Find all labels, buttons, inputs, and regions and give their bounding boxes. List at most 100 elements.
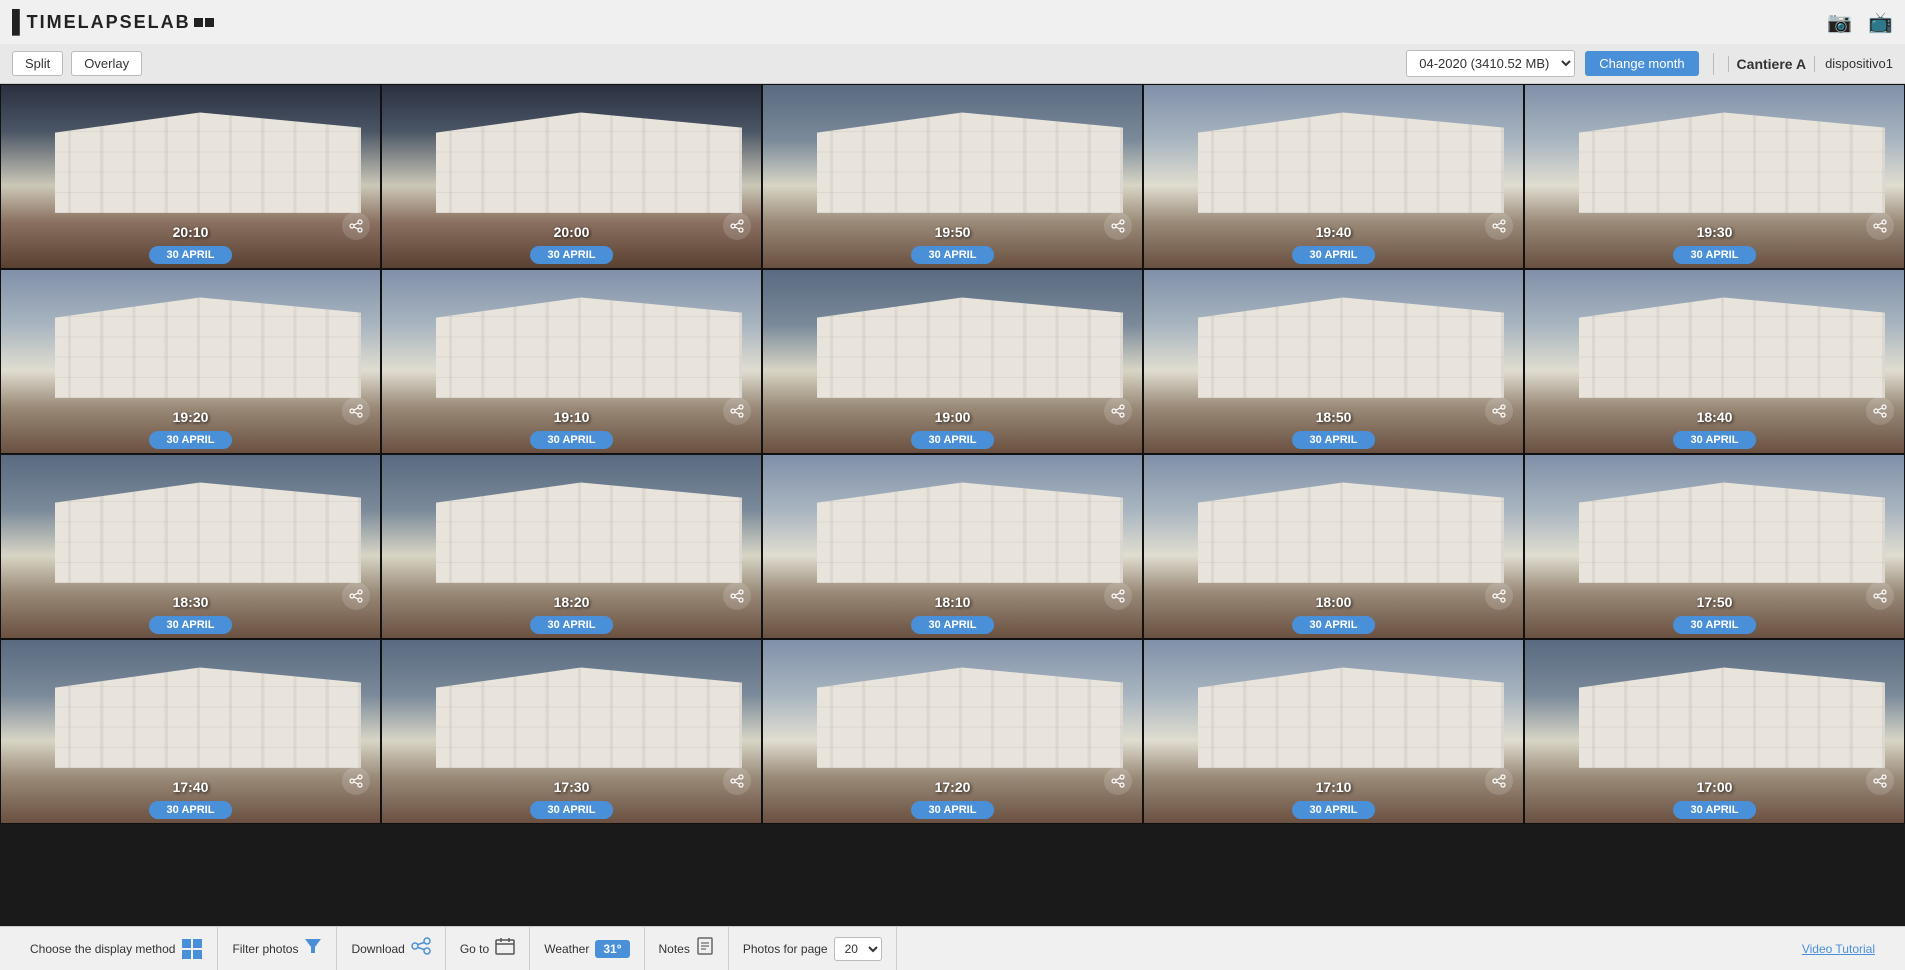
logo: ▌ TIMELAPSELAB — [12, 9, 214, 35]
share-button[interactable] — [1866, 397, 1894, 425]
building-shape — [801, 482, 1123, 583]
building-shape — [1182, 482, 1504, 583]
share-icon — [1492, 404, 1506, 418]
share-button[interactable] — [1485, 397, 1513, 425]
photo-cell[interactable]: 18:10 30 APRIL — [762, 454, 1143, 639]
share-button[interactable] — [1485, 582, 1513, 610]
photo-grid: 20:10 30 APRIL 20:00 — [0, 84, 1905, 824]
photo-date: 30 APRIL — [911, 246, 995, 264]
share-button[interactable] — [723, 212, 751, 240]
notes-page-icon[interactable] — [696, 937, 714, 955]
share-icon — [349, 774, 363, 788]
building-shape — [801, 112, 1123, 213]
photo-cell[interactable]: 20:00 30 APRIL — [381, 84, 762, 269]
photo-date: 30 APRIL — [1292, 801, 1376, 819]
share-icon — [730, 774, 744, 788]
photo-cell[interactable]: 17:30 30 APRIL — [381, 639, 762, 824]
photo-cell[interactable]: 17:40 30 APRIL — [0, 639, 381, 824]
photo-cell[interactable]: 18:00 30 APRIL — [1143, 454, 1524, 639]
photo-background: 17:00 30 APRIL — [1525, 640, 1904, 823]
goto-icon[interactable] — [495, 937, 515, 960]
share-icon — [349, 589, 363, 603]
share-button[interactable] — [1866, 582, 1894, 610]
video-tutorial-section: Video Tutorial — [1788, 927, 1889, 970]
photo-cell[interactable]: 17:20 30 APRIL — [762, 639, 1143, 824]
month-select[interactable]: 04-2020 (3410.52 MB) — [1406, 50, 1575, 77]
photo-date: 30 APRIL — [149, 801, 233, 819]
share-button[interactable] — [1104, 767, 1132, 795]
photo-cell[interactable]: 19:10 30 APRIL — [381, 269, 762, 454]
notes-icon[interactable] — [696, 937, 714, 960]
photo-background: 18:10 30 APRIL — [763, 455, 1142, 638]
photo-cell[interactable]: 17:50 30 APRIL — [1524, 454, 1905, 639]
change-month-button[interactable]: Change month — [1585, 51, 1698, 76]
split-button[interactable]: Split — [12, 51, 63, 76]
filter-icon[interactable] — [304, 937, 322, 960]
camera-icon[interactable]: 📷 — [1827, 10, 1852, 35]
share-button[interactable] — [1104, 397, 1132, 425]
share-button[interactable] — [1104, 582, 1132, 610]
photo-date: 30 APRIL — [1292, 616, 1376, 634]
share-icon — [1873, 219, 1887, 233]
share-button[interactable] — [342, 212, 370, 240]
photo-cell[interactable]: 20:10 30 APRIL — [0, 84, 381, 269]
share-icon — [730, 589, 744, 603]
photo-cell[interactable]: 19:20 30 APRIL — [0, 269, 381, 454]
photo-cell[interactable]: 17:00 30 APRIL — [1524, 639, 1905, 824]
share-button[interactable] — [1485, 212, 1513, 240]
weather-label: Weather — [544, 942, 589, 956]
share-button[interactable] — [342, 582, 370, 610]
display-icons[interactable] — [181, 938, 203, 960]
building-shape — [39, 482, 361, 583]
share-icon — [1492, 589, 1506, 603]
share-button[interactable] — [723, 397, 751, 425]
share-button[interactable] — [1866, 212, 1894, 240]
funnel-icon[interactable] — [304, 937, 322, 955]
photo-cell[interactable]: 18:50 30 APRIL — [1143, 269, 1524, 454]
photo-cell[interactable]: 17:10 30 APRIL — [1143, 639, 1524, 824]
photos-per-page-select[interactable]: 20 — [834, 937, 882, 961]
share-button[interactable] — [342, 767, 370, 795]
photo-background: 19:20 30 APRIL — [1, 270, 380, 453]
share-button[interactable] — [723, 767, 751, 795]
share-button[interactable] — [1866, 767, 1894, 795]
share-icon — [1111, 404, 1125, 418]
photo-cell[interactable]: 19:50 30 APRIL — [762, 84, 1143, 269]
toolbar-left: Split Overlay — [12, 51, 142, 76]
photo-cell[interactable]: 19:40 30 APRIL — [1143, 84, 1524, 269]
photo-time: 19:20 — [173, 409, 209, 425]
photo-time: 18:50 — [1316, 409, 1352, 425]
video-tutorial-link[interactable]: Video Tutorial — [1802, 942, 1875, 956]
header: ▌ TIMELAPSELAB 📷 📺 — [0, 0, 1905, 44]
filter-label: Filter photos — [232, 942, 298, 956]
grid-display-icon[interactable] — [181, 938, 203, 960]
share-icon — [349, 404, 363, 418]
download-icon[interactable] — [411, 937, 431, 960]
photo-cell[interactable]: 18:40 30 APRIL — [1524, 269, 1905, 454]
share-button[interactable] — [723, 582, 751, 610]
building-shape — [1182, 297, 1504, 398]
share-icon — [1111, 774, 1125, 788]
filter-section: Filter photos — [218, 927, 337, 970]
share-button[interactable] — [1485, 767, 1513, 795]
overlay-button[interactable]: Overlay — [71, 51, 142, 76]
calendar-goto-icon[interactable] — [495, 937, 515, 955]
photo-cell[interactable]: 18:30 30 APRIL — [0, 454, 381, 639]
photo-cell[interactable]: 19:30 30 APRIL — [1524, 84, 1905, 269]
photo-background: 17:30 30 APRIL — [382, 640, 761, 823]
photo-background: 18:50 30 APRIL — [1144, 270, 1523, 453]
logo-text: TIMELAPSELAB — [27, 12, 191, 33]
photo-date: 30 APRIL — [911, 431, 995, 449]
photo-date: 30 APRIL — [1292, 246, 1376, 264]
share-icon — [1111, 589, 1125, 603]
photo-background: 19:40 30 APRIL — [1144, 85, 1523, 268]
photo-background: 19:30 30 APRIL — [1525, 85, 1904, 268]
photo-cell[interactable]: 19:00 30 APRIL — [762, 269, 1143, 454]
video-icon[interactable]: 📺 — [1868, 10, 1893, 35]
photo-background: 17:20 30 APRIL — [763, 640, 1142, 823]
share-button[interactable] — [1104, 212, 1132, 240]
share-download-icon[interactable] — [411, 937, 431, 955]
photo-cell[interactable]: 18:20 30 APRIL — [381, 454, 762, 639]
share-button[interactable] — [342, 397, 370, 425]
building-shape — [1563, 112, 1885, 213]
